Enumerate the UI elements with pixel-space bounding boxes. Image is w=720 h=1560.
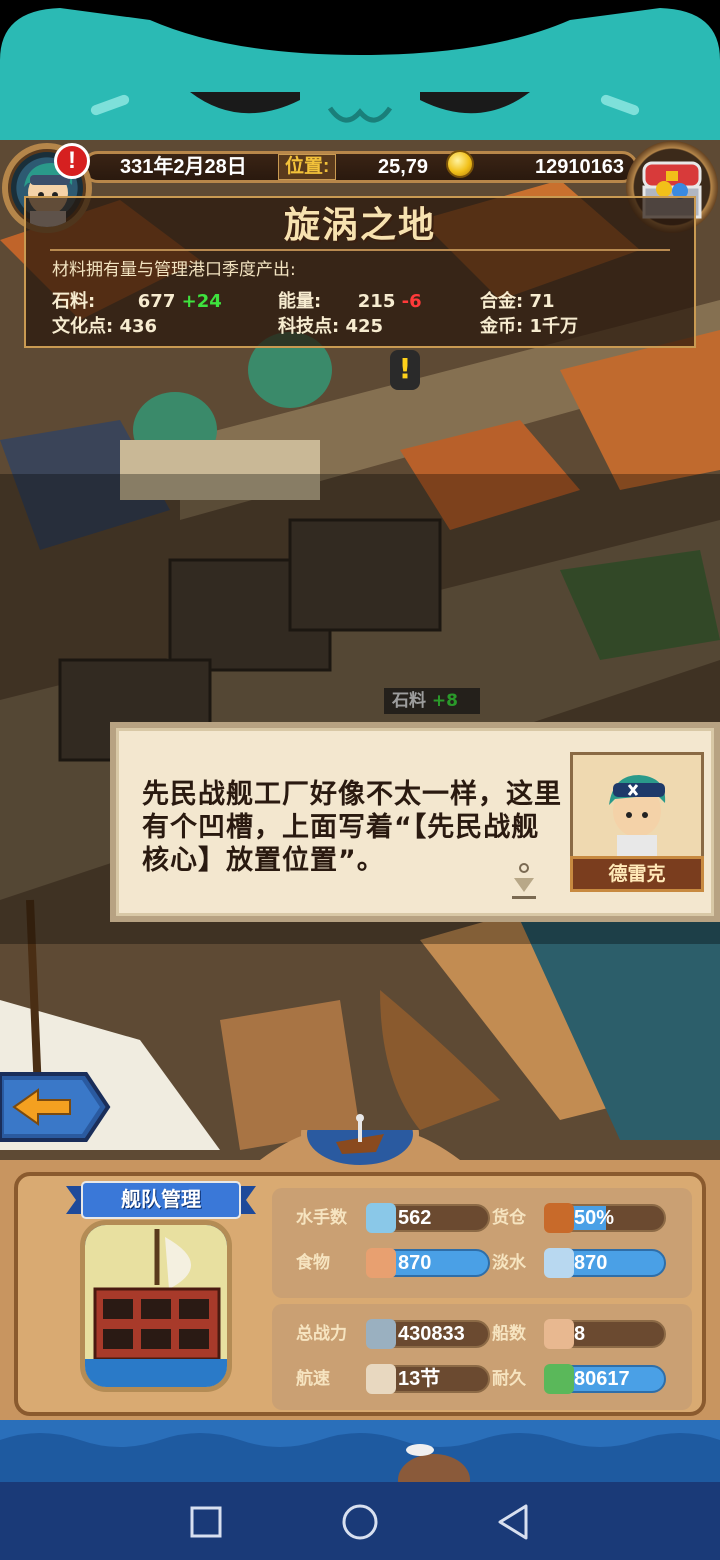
rowboat-icon[interactable] <box>330 1112 390 1162</box>
stat-value-speed: 13节 <box>398 1368 441 1390</box>
stat-label-ships: 船数 <box>492 1324 526 1344</box>
resource-label: 石料: <box>52 291 96 312</box>
alert-badge[interactable]: ! <box>54 143 90 179</box>
fleet-management-title[interactable]: 舰队管理 <box>66 1181 256 1219</box>
stat-value-durability: 80617 <box>574 1368 630 1390</box>
recent-apps-button[interactable] <box>184 1500 228 1544</box>
resource-value: 425 <box>345 316 384 337</box>
stat-value-ships: 8 <box>574 1323 586 1345</box>
crossed-swords-icon <box>366 1319 396 1349</box>
quest-marker-icon[interactable]: ! <box>390 350 420 390</box>
stat-label-food: 食物 <box>296 1253 330 1273</box>
cat-frame-decoration <box>0 0 720 140</box>
stat-label-cargo: 货仓 <box>492 1208 526 1228</box>
stat-value-food: 870 <box>398 1252 432 1274</box>
resource-energy: 能量: 215 -6 <box>278 290 422 314</box>
ship-cutaway-image[interactable] <box>80 1220 232 1392</box>
stat-value-power: 430833 <box>398 1323 465 1345</box>
resource-label: 合金: <box>480 291 524 312</box>
stat-value-cargo: 50% <box>574 1207 615 1229</box>
resource-label: 文化点: <box>52 316 114 337</box>
resource-alloy: 合金: 71 <box>480 290 555 314</box>
stat-value-sailors: 562 <box>398 1207 432 1229</box>
hull-durability-icon <box>544 1364 574 1394</box>
panel-divider <box>50 249 670 251</box>
nav-back-button[interactable] <box>492 1500 536 1544</box>
speed-boat-icon <box>366 1364 396 1394</box>
dialog-continue-icon[interactable] <box>512 862 536 902</box>
resource-value: 436 <box>119 316 158 337</box>
position-label: 位置: <box>278 154 337 180</box>
bottom-water-decoration <box>0 1420 720 1506</box>
resource-gold: 金币: 1千万 <box>480 315 578 339</box>
cargo-crate-icon <box>544 1203 574 1233</box>
dialog-text: 先民战舰工厂好像不太一样，这里有个凹槽，上面写着“【先民战舰核心】放置位置”。 <box>142 779 562 876</box>
triangle-back-icon <box>498 1504 528 1540</box>
stat-label-power: 总战力 <box>296 1324 347 1344</box>
stat-value-water: 870 <box>574 1252 608 1274</box>
speaker-name: 德雷克 <box>570 856 704 892</box>
ship-interior-icon <box>85 1225 227 1387</box>
stat-label-sailors: 水手数 <box>296 1208 347 1228</box>
water-jug-icon <box>544 1248 574 1278</box>
position-value: 25,79 <box>378 156 429 178</box>
stat-label-water: 淡水 <box>492 1253 526 1273</box>
resource-label: 科技点: <box>278 316 340 337</box>
gold-coin-icon <box>446 150 474 178</box>
resource-stone: 石料: 677 +24 <box>52 290 222 314</box>
fleet-title-text: 舰队管理 <box>121 1187 201 1211</box>
resource-label: 金币: <box>480 316 524 337</box>
stat-label-durability: 耐久 <box>492 1369 526 1389</box>
gold-amount: 12910163 <box>535 156 624 178</box>
region-title: 旋涡之地 <box>283 205 436 245</box>
resource-subtitle: 材料拥有量与管理港口季度产出: <box>52 260 296 280</box>
circle-icon <box>342 1504 378 1540</box>
stat-label-speed: 航速 <box>296 1369 330 1389</box>
ship-count-icon <box>544 1319 574 1349</box>
square-icon <box>190 1506 222 1538</box>
home-button[interactable] <box>338 1500 382 1544</box>
meat-icon <box>366 1248 396 1278</box>
resource-value: 215 <box>357 291 396 312</box>
game-date: 331年2月28日 <box>120 156 247 178</box>
drake-portrait-icon <box>609 775 666 859</box>
resource-delta: -6 <box>401 291 422 312</box>
resource-delta: +24 <box>181 291 222 312</box>
resource-value: 677 <box>137 291 176 312</box>
resource-value: 71 <box>529 291 555 312</box>
resource-culture: 文化点: 436 <box>52 315 157 339</box>
resource-value: 1千万 <box>529 316 579 337</box>
resource-label: 能量: <box>278 291 322 312</box>
sailor-icon <box>366 1203 396 1233</box>
resource-tech: 科技点: 425 <box>278 315 383 339</box>
